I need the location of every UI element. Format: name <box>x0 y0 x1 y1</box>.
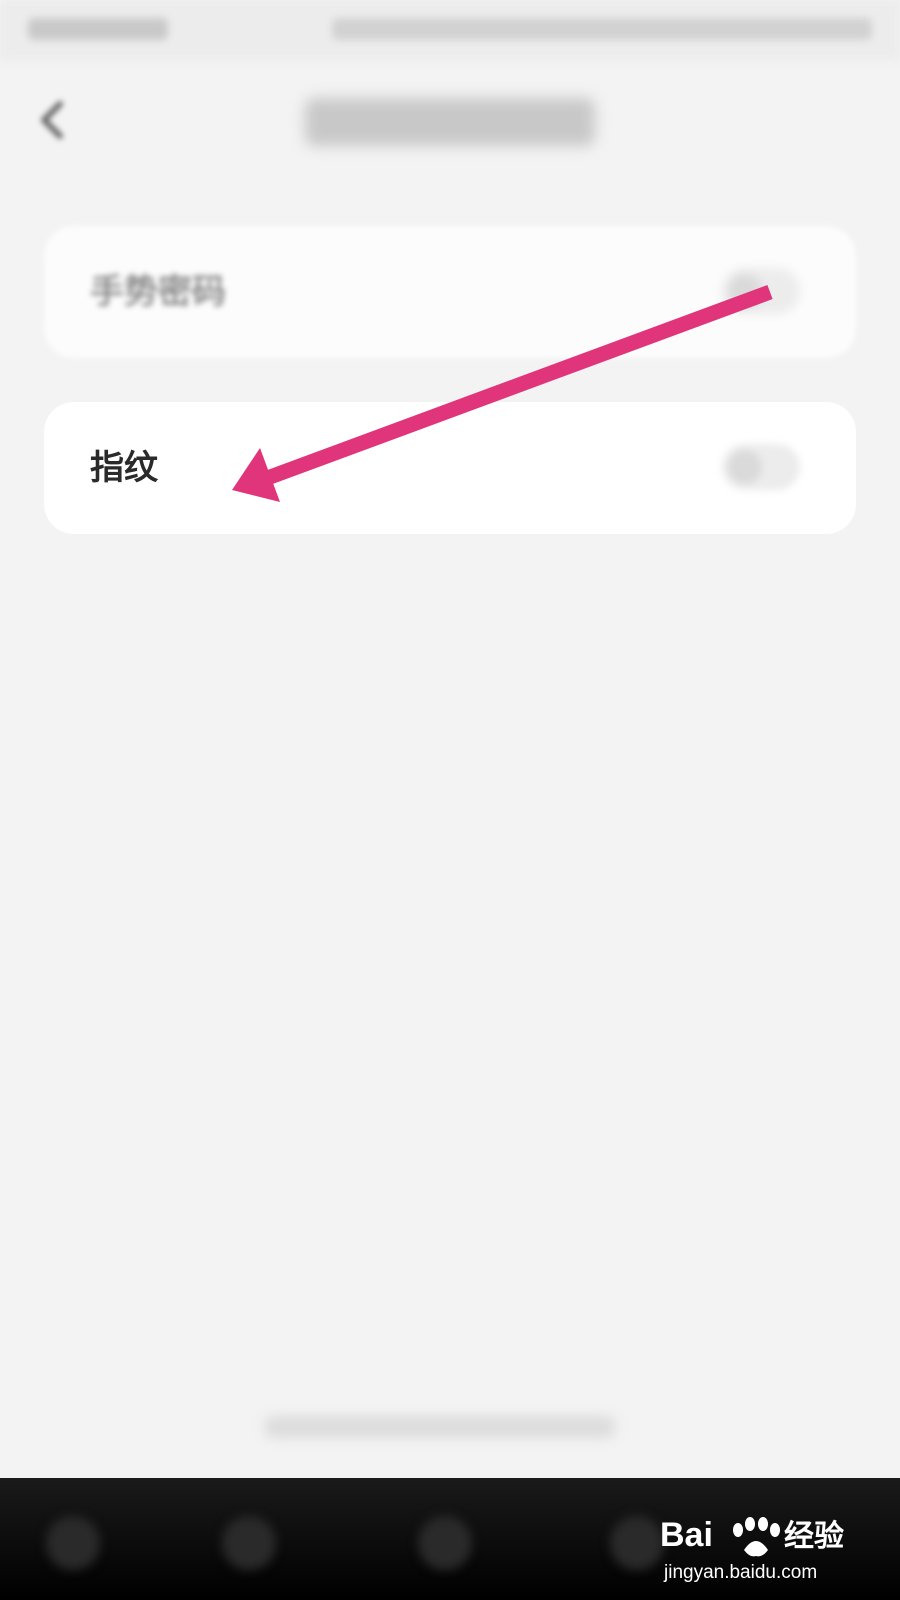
recent-apps-icon[interactable] <box>610 1516 664 1570</box>
footer-note <box>265 1416 615 1438</box>
setting-row-fingerprint[interactable]: 指纹 <box>44 402 856 534</box>
header <box>0 60 900 190</box>
svg-text:Bai: Bai <box>660 1516 713 1554</box>
carrier-info <box>28 18 168 40</box>
watermark-url: jingyan.baidu.com <box>663 1562 817 1583</box>
setting-row-gesture-password[interactable]: 手势密码 <box>44 226 856 358</box>
status-icons <box>332 18 872 40</box>
gesture-password-toggle[interactable] <box>722 268 800 314</box>
baidu-jingyan-watermark: Bai 经验 jingyan.baidu.com <box>660 1500 860 1590</box>
home-icon[interactable] <box>418 1516 472 1570</box>
menu-icon[interactable] <box>46 1516 100 1570</box>
page-title <box>305 98 595 146</box>
svg-text:经验: 经验 <box>784 1519 844 1553</box>
back-chevron-icon[interactable] <box>34 98 74 142</box>
status-bar <box>0 0 900 60</box>
setting-label: 指纹 <box>90 448 158 488</box>
screen: 手势密码 指纹 Bai 经验 jingyan.baidu.com <box>0 0 900 1600</box>
nav-back-icon[interactable] <box>222 1516 276 1570</box>
fingerprint-toggle[interactable] <box>722 444 800 490</box>
setting-label: 手势密码 <box>90 272 226 312</box>
